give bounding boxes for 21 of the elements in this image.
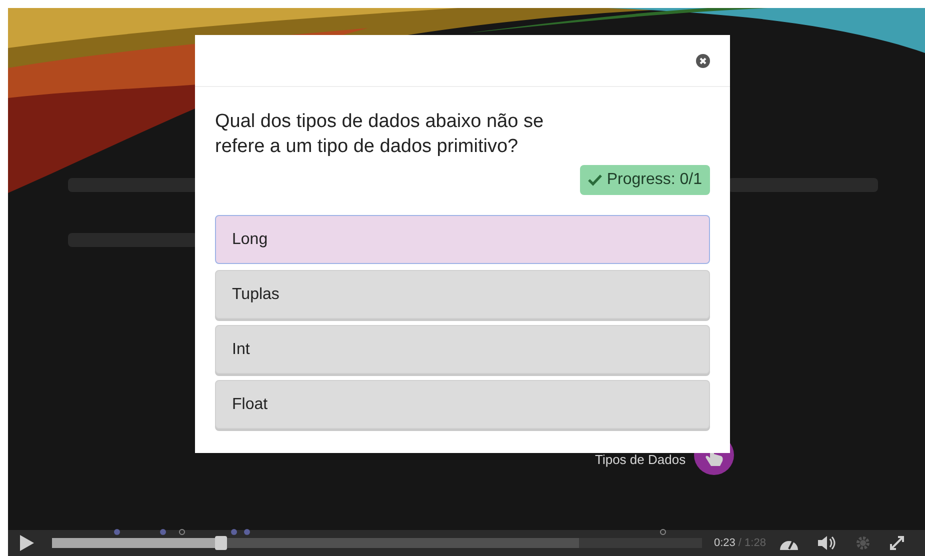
seek-handle[interactable]: [215, 536, 227, 550]
progress-badge: Progress: 0/1: [580, 165, 710, 195]
timeline-marker[interactable]: [660, 529, 666, 535]
answer-option[interactable]: Int: [215, 325, 710, 374]
timeline-marker[interactable]: [114, 529, 120, 535]
fullscreen-icon[interactable]: [890, 536, 904, 550]
current-time: 0:23: [714, 537, 736, 549]
duration: / 1:28: [738, 537, 766, 549]
volume-icon[interactable]: [818, 536, 836, 550]
answer-option[interactable]: Long: [215, 215, 710, 264]
timeline-marker[interactable]: [231, 529, 237, 535]
timeline-marker[interactable]: [179, 529, 185, 535]
question-text: Qual dos tipos de dados abaixo não se refere a um tipo de dados primitivo?: [215, 110, 545, 159]
answer-option[interactable]: Tuplas: [215, 270, 710, 319]
check-icon: [588, 174, 602, 186]
answer-option[interactable]: Float: [215, 380, 710, 429]
timeline-marker[interactable]: [160, 529, 166, 535]
close-icon[interactable]: [696, 54, 710, 68]
timeline-marker[interactable]: [244, 529, 250, 535]
play-icon[interactable]: [20, 535, 34, 551]
hotspot-label: Tipos de Dados: [595, 452, 686, 466]
